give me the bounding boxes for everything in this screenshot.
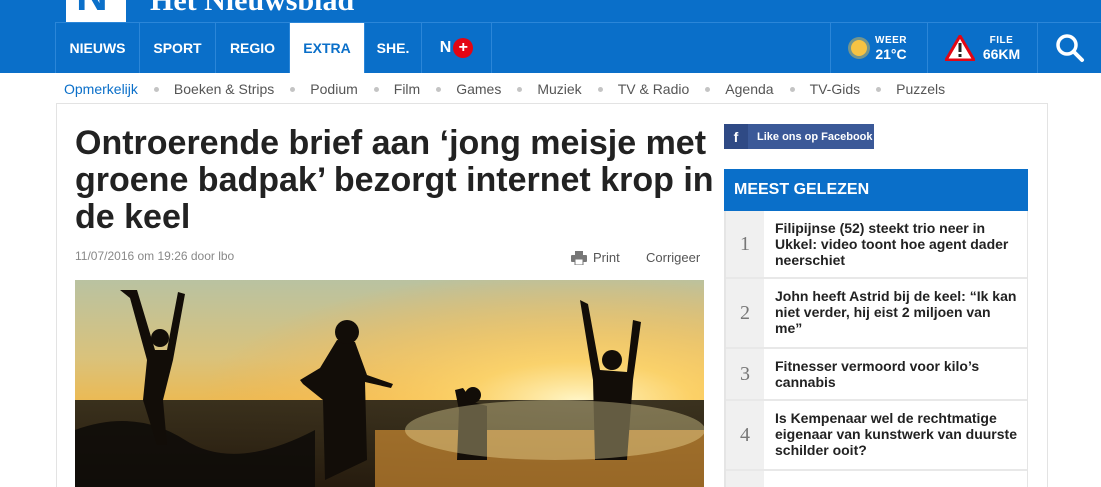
separator-dot: [373, 86, 379, 92]
rank-number: 1: [726, 211, 764, 277]
most-read-link[interactable]: [764, 471, 1027, 487]
separator-dot: [789, 86, 795, 92]
subnav-games[interactable]: Games: [456, 81, 501, 97]
rank-number: [726, 471, 764, 487]
nplus-letter: N: [439, 39, 452, 56]
most-read-item[interactable]: 4 Is Kempenaar wel de rechtmatige eigena…: [726, 401, 1027, 471]
most-read-item[interactable]: 3 Fitnesser vermoord voor kilo’s cannabi…: [726, 349, 1027, 401]
facebook-icon: f: [724, 124, 748, 149]
most-read-list: 1 Filipijnse (52) steekt trio neer in Uk…: [724, 211, 1028, 487]
subnav-boeken-strips[interactable]: Boeken & Strips: [174, 81, 274, 97]
print-button[interactable]: Print: [571, 250, 620, 265]
article-headline: Ontroerende brief aan ‘jong meisje met g…: [75, 124, 714, 236]
subnav-puzzels[interactable]: Puzzels: [896, 81, 945, 97]
most-read-link[interactable]: John heeft Astrid bij de keel: “Ik kan n…: [764, 279, 1027, 347]
correct-button[interactable]: Corrigeer: [646, 250, 700, 265]
weather-value: 21°C: [875, 45, 907, 62]
rank-number: 4: [726, 401, 764, 469]
article-hero-image: [75, 280, 704, 487]
nav-item-nieuws[interactable]: NIEUWS: [55, 23, 140, 73]
traffic-value: 66KM: [982, 45, 1021, 62]
most-read-link[interactable]: Is Kempenaar wel de rechtmatige eigenaar…: [764, 401, 1027, 469]
sun-icon: [851, 40, 867, 56]
printer-icon: [571, 250, 587, 265]
traffic-label: FILE: [989, 34, 1014, 46]
logo-letter: N: [76, 0, 108, 18]
weather-widget[interactable]: WEER 21°C: [830, 23, 928, 73]
weather-label: WEER: [875, 34, 907, 46]
nav-item-extra[interactable]: EXTRA: [290, 23, 365, 73]
separator-dot: [290, 86, 296, 92]
subnav-agenda[interactable]: Agenda: [725, 81, 773, 97]
subnav-podium[interactable]: Podium: [310, 81, 357, 97]
facebook-label: Like ons op Facebook: [757, 130, 873, 143]
separator-dot: [876, 86, 882, 92]
facebook-like-button[interactable]: f Like ons op Facebook: [724, 124, 874, 149]
search-button[interactable]: [1038, 23, 1101, 73]
traffic-widget[interactable]: FILE 66KM: [928, 23, 1038, 73]
separator-dot: [436, 86, 442, 92]
print-label: Print: [593, 250, 620, 265]
separator-dot: [705, 86, 711, 92]
rank-number: 3: [726, 349, 764, 399]
site-name[interactable]: Het Nieuwsblad: [150, 0, 354, 16]
most-read-link[interactable]: Fitnesser vermoord voor kilo’s cannabis: [764, 349, 1027, 399]
separator-dot: [153, 86, 159, 92]
subnav-opmerkelijk[interactable]: Opmerkelijk: [64, 81, 138, 97]
separator-dot: [517, 86, 523, 92]
nav-item-nplus[interactable]: N +: [422, 23, 492, 73]
subnav-tv-gids[interactable]: TV-Gids: [810, 81, 861, 97]
most-read-item[interactable]: [726, 471, 1027, 487]
most-read-item[interactable]: 2 John heeft Astrid bij de keel: “Ik kan…: [726, 279, 1027, 349]
main-nav: NIEUWS SPORT REGIO EXTRA SHE. N + WEER 2…: [55, 22, 1101, 73]
nav-item-sport[interactable]: SPORT: [140, 23, 216, 73]
most-read-link[interactable]: Filipijnse (52) steekt trio neer in Ukke…: [764, 211, 1027, 277]
site-header: N Het Nieuwsblad NIEUWS SPORT REGIO EXTR…: [0, 0, 1101, 73]
subnav-film[interactable]: Film: [394, 81, 420, 97]
nav-item-she[interactable]: SHE.: [365, 23, 422, 73]
most-read-item[interactable]: 1 Filipijnse (52) steekt trio neer in Uk…: [726, 211, 1027, 279]
site-logo[interactable]: N: [66, 0, 126, 22]
article-meta: 11/07/2016 om 19:26 door lbo: [75, 249, 235, 263]
search-icon: [1055, 34, 1084, 62]
plus-icon: +: [453, 38, 474, 58]
subnav-tv-radio[interactable]: TV & Radio: [618, 81, 690, 97]
most-read-title: MEEST GELEZEN: [724, 169, 1028, 211]
separator-dot: [597, 86, 603, 92]
rank-number: 2: [726, 279, 764, 347]
warning-triangle-icon: [944, 35, 975, 61]
nav-item-regio[interactable]: REGIO: [216, 23, 290, 73]
sub-nav: Opmerkelijk Boeken & Strips Podium Film …: [64, 80, 945, 98]
subnav-muziek[interactable]: Muziek: [537, 81, 581, 97]
